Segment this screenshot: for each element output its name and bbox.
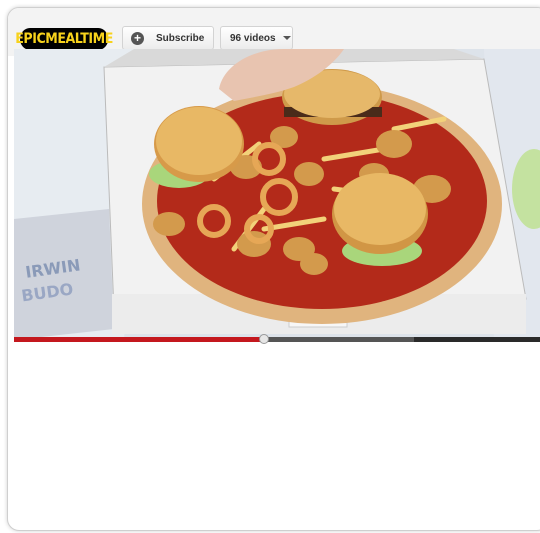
videos-dropdown[interactable]: 96 videos xyxy=(220,26,293,50)
subscribe-button[interactable]: + Subscribe xyxy=(122,26,214,50)
scrubber-handle[interactable] xyxy=(258,334,269,344)
caret-down-icon xyxy=(282,36,291,40)
subscribe-label: Subscribe xyxy=(156,32,205,44)
video-player[interactable]: IRWIN BUDO xyxy=(14,49,540,340)
videos-label: 96 videos xyxy=(230,32,276,44)
plus-circle-icon: + xyxy=(131,31,144,45)
progress-played xyxy=(14,337,264,342)
video-frame: IRWIN BUDO xyxy=(14,49,540,340)
channel-logo[interactable]: EPICMEALTIME xyxy=(15,28,113,50)
progress-bar[interactable] xyxy=(14,334,540,344)
progress-buffered xyxy=(263,337,414,342)
